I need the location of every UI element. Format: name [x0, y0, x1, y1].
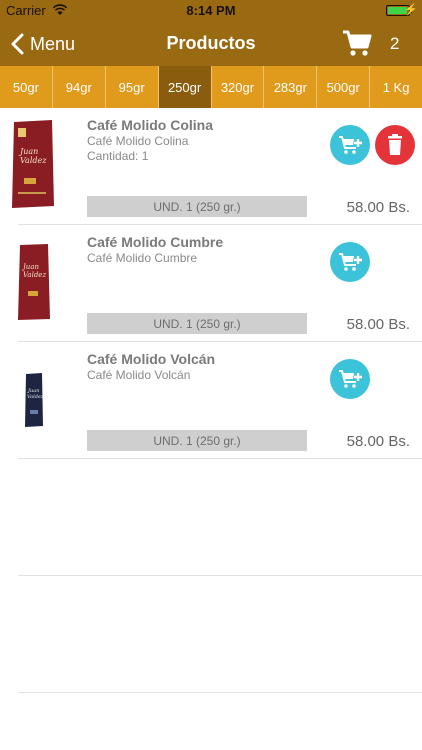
- svg-text:Valdez: Valdez: [20, 156, 47, 165]
- unit-selector[interactable]: UND. 1 (250 gr.): [87, 430, 307, 451]
- remove-from-cart-button[interactable]: [375, 125, 415, 165]
- cart-plus-icon: [339, 136, 362, 154]
- weight-tab-500gr[interactable]: 500gr: [317, 66, 371, 108]
- svg-text:Juan: Juan: [18, 147, 38, 156]
- svg-text:Valdez: Valdez: [27, 394, 44, 400]
- product-price: 58.00 Bs.: [346, 433, 410, 450]
- weight-tab-95gr[interactable]: 95gr: [106, 66, 159, 108]
- weight-tab-50gr[interactable]: 50gr: [0, 66, 53, 108]
- add-to-cart-button[interactable]: [330, 125, 370, 165]
- cart-count: 2: [390, 34, 400, 53]
- unit-selector[interactable]: UND. 1 (250 gr.): [87, 313, 307, 334]
- unit-selector[interactable]: UND. 1 (250 gr.): [87, 196, 307, 217]
- product-name: Café Molido Cumbre: [87, 234, 224, 250]
- product-name: Café Molido Colina: [87, 117, 213, 133]
- charging-icon: ⚡: [404, 4, 418, 16]
- clock: 8:14 PM: [186, 3, 236, 18]
- product-description: Café Molido Colina: [87, 134, 189, 148]
- add-to-cart-button[interactable]: [330, 359, 370, 399]
- weight-tab-320gr[interactable]: 320gr: [212, 66, 265, 108]
- product-row[interactable]: Juan Valdez Café Molido Volcán Café Moli…: [18, 342, 422, 459]
- trash-icon: [388, 134, 402, 155]
- weight-tab-250gr[interactable]: 250gr: [158, 66, 212, 108]
- product-name: Café Molido Volcán: [87, 351, 216, 367]
- weight-tab-1kg[interactable]: 1 Kg: [370, 66, 422, 108]
- product-description: Café Molido Volcán: [87, 368, 191, 382]
- product-price: 58.00 Bs.: [346, 199, 410, 216]
- cart-plus-icon: [339, 370, 362, 388]
- product-image: Juan Valdez: [18, 244, 50, 320]
- add-to-cart-button[interactable]: [330, 242, 370, 282]
- product-image: Juan Valdez: [12, 120, 54, 208]
- product-list: Juan Valdez Café Molido Colina Café Moli…: [0, 108, 422, 693]
- cart-plus-icon: [339, 253, 362, 271]
- empty-list-row: [18, 459, 422, 576]
- weight-tab-283gr[interactable]: 283gr: [264, 66, 318, 108]
- product-price: 58.00 Bs.: [346, 316, 410, 333]
- svg-text:Juan: Juan: [21, 263, 39, 271]
- product-description: Café Molido Cumbre: [87, 251, 198, 265]
- svg-text:Valdez: Valdez: [23, 271, 46, 279]
- product-row[interactable]: Juan Valdez Café Molido Cumbre Café Moli…: [18, 225, 422, 342]
- weight-tab-94gr[interactable]: 94gr: [53, 66, 106, 108]
- product-quantity: Cantidad: 1: [87, 149, 149, 163]
- product-image: Juan Valdez: [25, 373, 44, 427]
- status-bar: Carrier 8:14 PM ⚡: [0, 0, 422, 22]
- shopping-cart-icon[interactable]: [342, 29, 372, 57]
- weight-filter-bar: 50gr 94gr 95gr 250gr 320gr 283gr 500gr 1…: [0, 66, 422, 108]
- nav-bar: Menu Productos 2: [0, 22, 422, 66]
- product-row[interactable]: Juan Valdez Café Molido Colina Café Moli…: [12, 108, 422, 225]
- empty-list-row: [18, 576, 422, 693]
